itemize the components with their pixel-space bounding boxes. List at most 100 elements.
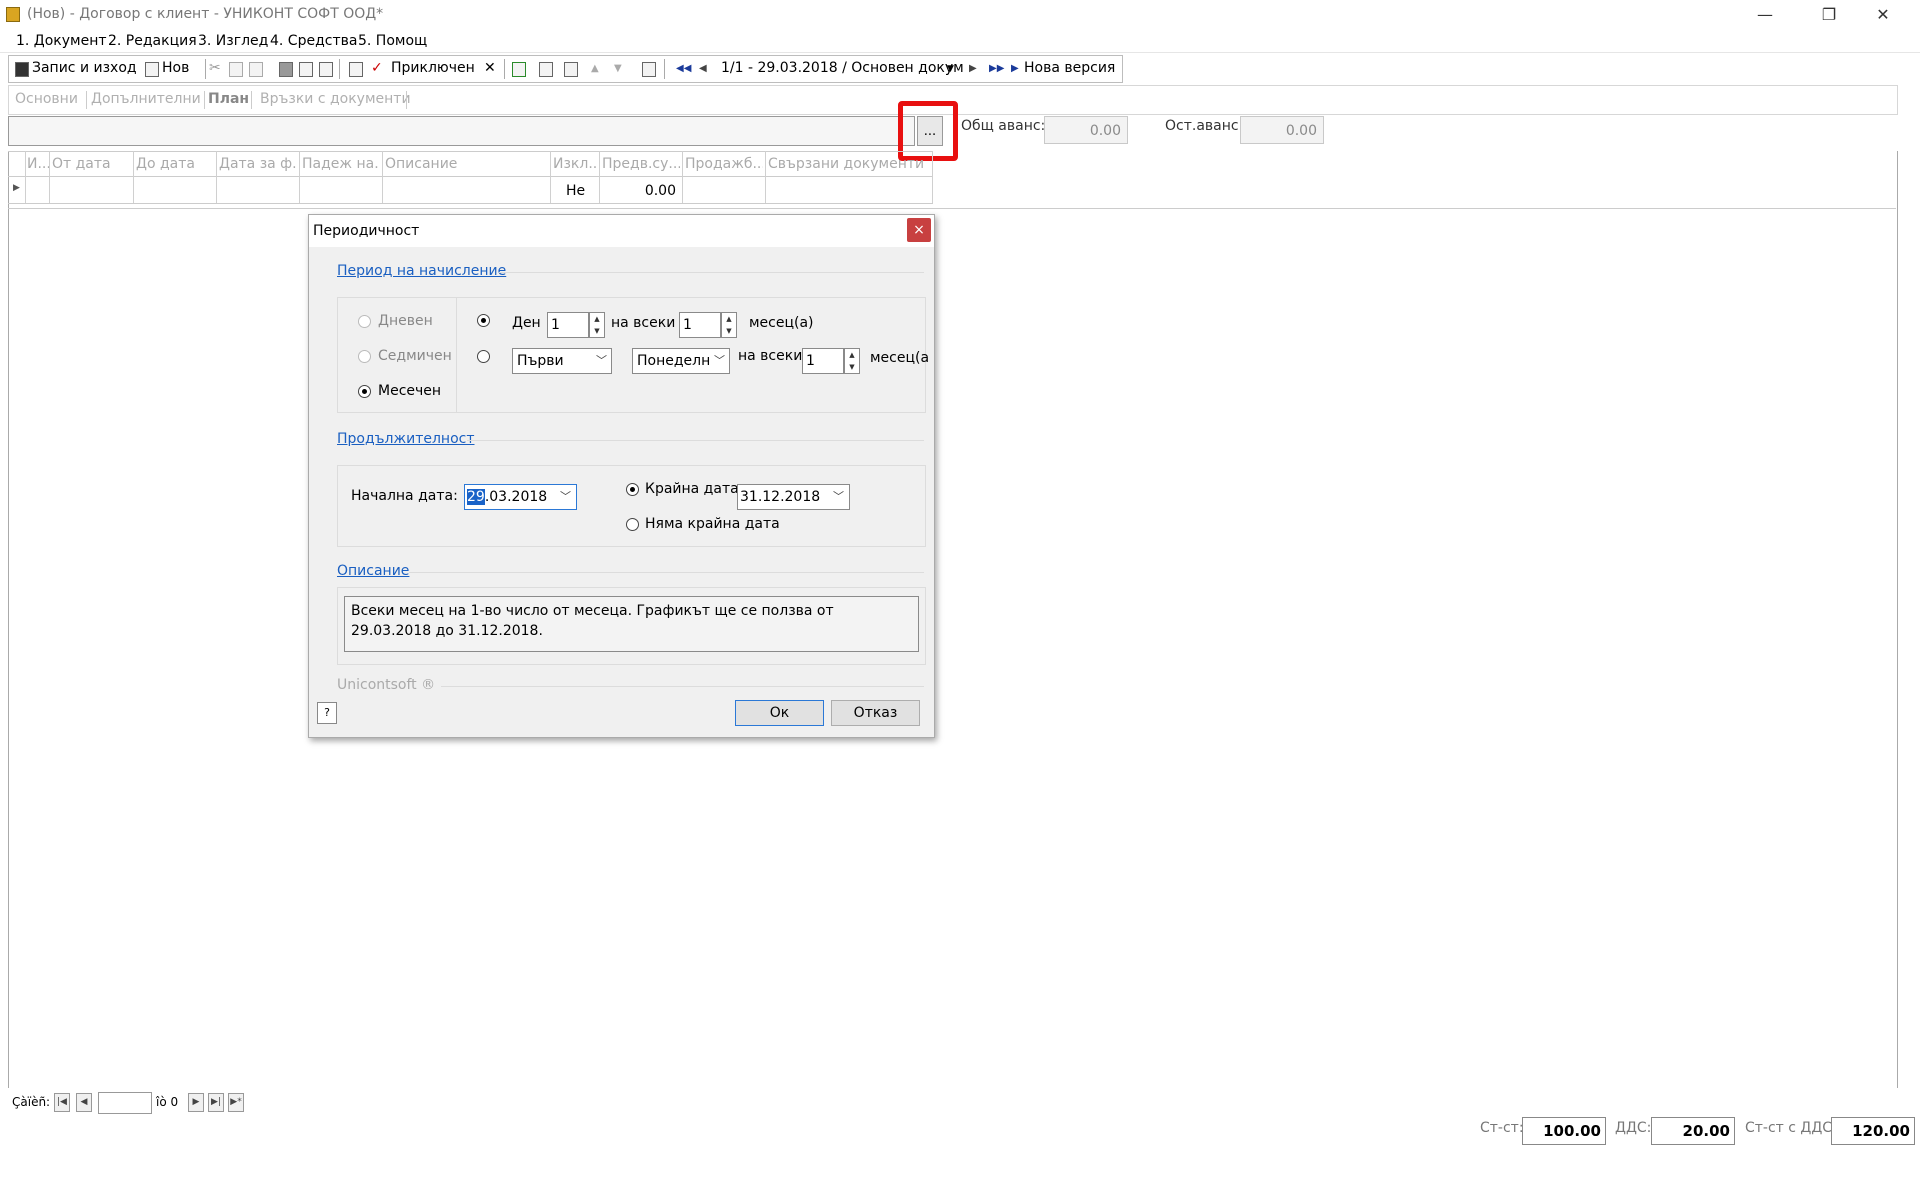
vat-value: 20.00 xyxy=(1651,1117,1735,1145)
toolbar-separator xyxy=(664,59,665,79)
new-record-button[interactable]: ▶* xyxy=(228,1093,244,1112)
copy-icon[interactable] xyxy=(229,62,243,77)
col-index[interactable]: И... xyxy=(27,156,49,172)
ordinal-select[interactable]: Първи ﹀ xyxy=(512,348,612,374)
new-button[interactable]: Нов xyxy=(162,60,189,76)
help-icon[interactable] xyxy=(642,62,656,77)
col-invoice-date[interactable]: Дата за ф... xyxy=(219,156,297,172)
page-copy-icon[interactable] xyxy=(564,62,578,77)
day-spinner-buttons[interactable]: ▲ ▼ xyxy=(589,312,605,338)
record-dropdown-icon[interactable]: ▼ xyxy=(947,64,954,74)
monthly-radio[interactable] xyxy=(358,385,371,398)
total-advance-label: Общ аванс: xyxy=(961,118,1046,134)
menu-tools[interactable]: 4. Средства xyxy=(270,33,357,49)
calendar-dropdown-icon[interactable]: ﹀ xyxy=(833,485,844,509)
remaining-advance-field: 0.00 xyxy=(1240,116,1324,144)
total-advance-field: 0.00 xyxy=(1044,116,1128,144)
next-record-icon[interactable]: ▶ xyxy=(969,63,977,74)
first-record-button[interactable]: |◀ xyxy=(54,1093,70,1112)
page-icon[interactable] xyxy=(539,62,553,77)
tab-separator xyxy=(406,91,407,109)
prev-record-button[interactable]: ◀ xyxy=(76,1093,92,1112)
tab-document-links[interactable]: Връзки с документи xyxy=(260,91,411,107)
weekday-select[interactable]: Понеделн ﹀ xyxy=(632,348,730,374)
start-date-input[interactable]: 29.03.2018 ﹀ xyxy=(464,484,577,510)
calendar-dropdown-icon[interactable]: ﹀ xyxy=(560,485,571,509)
delete-icon[interactable]: ✕ xyxy=(484,60,496,76)
end-date-radio[interactable] xyxy=(626,483,639,496)
end-date-input[interactable]: 31.12.2018 ﹀ xyxy=(737,484,850,510)
close-window-button[interactable]: ✕ xyxy=(1860,2,1906,28)
section-divider xyxy=(499,272,924,273)
no-end-date-radio[interactable] xyxy=(626,518,639,531)
col-to-date[interactable]: До дата xyxy=(136,156,214,172)
ok-button[interactable]: Ок xyxy=(735,700,824,726)
weekly-label: Седмичен xyxy=(378,348,452,364)
tab-plan[interactable]: План xyxy=(208,91,249,107)
start-date-label: Начална дата: xyxy=(351,488,458,504)
col-linked-docs[interactable]: Свързани документи xyxy=(768,156,928,172)
duration-group: Начална дата: 29.03.2018 ﹀ Крайна дата: … xyxy=(337,465,926,547)
weekday-every-spinner-buttons[interactable]: ▲ ▼ xyxy=(844,348,860,374)
day-spinner-input[interactable]: 1 xyxy=(547,312,589,338)
weekly-radio[interactable] xyxy=(358,350,371,363)
col-due-date[interactable]: Падеж на... xyxy=(302,156,380,172)
tab-main[interactable]: Основни xyxy=(15,91,78,107)
print-preview-icon[interactable] xyxy=(299,62,313,77)
last-record-icon[interactable]: ▶▶ xyxy=(989,63,1004,74)
menu-help[interactable]: 5. Помощ xyxy=(358,33,427,49)
weekday-every-spinner-input[interactable]: 1 xyxy=(802,348,844,374)
finished-button[interactable]: Приключен xyxy=(391,60,475,76)
dialog-close-button[interactable]: × xyxy=(907,218,931,242)
section-divider xyxy=(409,572,924,573)
col-from-date[interactable]: От дата xyxy=(52,156,130,172)
export-icon[interactable] xyxy=(319,62,333,77)
new-version-icon: ▶ xyxy=(1011,63,1019,74)
day-of-month-radio[interactable] xyxy=(477,314,490,327)
weekday-of-month-radio[interactable] xyxy=(477,350,490,363)
periodicity-dialog: Периодичност × Период на начисление Днев… xyxy=(308,214,935,738)
title-bar: (Нов) - Договор с клиент - УНИКОНТ СОФТ … xyxy=(0,0,1920,30)
schedule-field[interactable] xyxy=(8,116,915,146)
col-description[interactable]: Описание xyxy=(385,156,545,172)
col-planned-amount[interactable]: Предв.су... xyxy=(602,156,680,172)
refresh-icon[interactable] xyxy=(512,62,526,77)
plan-grid-header: И... От дата До дата Дата за ф... Падеж … xyxy=(8,151,933,177)
toolbar-separator xyxy=(339,59,340,79)
last-record-button[interactable]: ▶| xyxy=(208,1093,224,1112)
cut-icon[interactable]: ✂ xyxy=(209,60,221,76)
move-down-icon[interactable]: ▼ xyxy=(614,63,622,74)
record-selector[interactable]: 1/1 - 29.03.2018 / Основен докум xyxy=(721,60,964,76)
restore-button[interactable]: ❐ xyxy=(1806,2,1852,28)
every-months-spinner-buttons[interactable]: ▲ ▼ xyxy=(721,312,737,338)
duration-heading[interactable]: Продължителност xyxy=(337,431,475,447)
minimize-button[interactable]: — xyxy=(1742,2,1788,28)
new-version-button[interactable]: Нова версия xyxy=(1024,60,1115,76)
menu-view[interactable]: 3. Изглед xyxy=(198,33,268,49)
paste-icon[interactable] xyxy=(249,62,263,77)
save-exit-button[interactable]: Запис и изход xyxy=(32,60,137,76)
menu-edit[interactable]: 2. Редакция xyxy=(108,33,197,49)
record-number-input[interactable] xyxy=(98,1092,152,1114)
every-label: на всеки xyxy=(611,315,676,331)
description-heading[interactable]: Описание xyxy=(337,563,409,579)
col-excluded[interactable]: Изкл... xyxy=(553,156,597,172)
next-record-button[interactable]: ▶ xyxy=(188,1093,204,1112)
cancel-button[interactable]: Отказ xyxy=(831,700,920,726)
edit-document-icon[interactable] xyxy=(349,62,363,77)
prev-record-icon[interactable]: ◀ xyxy=(699,63,707,74)
first-record-icon[interactable]: ◀◀ xyxy=(676,63,691,74)
net-value: 100.00 xyxy=(1522,1117,1606,1145)
move-up-icon[interactable]: ▲ xyxy=(591,63,599,74)
print-icon[interactable] xyxy=(279,62,293,77)
tab-additional[interactable]: Допълнителни xyxy=(91,91,201,107)
accrual-period-heading[interactable]: Период на начисление xyxy=(337,263,506,279)
menu-document[interactable]: 1. Документ xyxy=(16,33,107,49)
help-icon[interactable]: ? xyxy=(317,702,337,724)
every-months-spinner-input[interactable]: 1 xyxy=(679,312,721,338)
toolbar: Запис и изход Нов ✂ ✓ Приключен ✕ ▲ ▼ ◀◀… xyxy=(8,55,1123,83)
daily-radio[interactable] xyxy=(358,315,371,328)
table-row[interactable]: ▶ Не 0.00 xyxy=(8,178,933,204)
col-sales[interactable]: Продажб... xyxy=(685,156,763,172)
description-group: Всеки месец на 1-во число от месеца. Гра… xyxy=(337,587,926,665)
